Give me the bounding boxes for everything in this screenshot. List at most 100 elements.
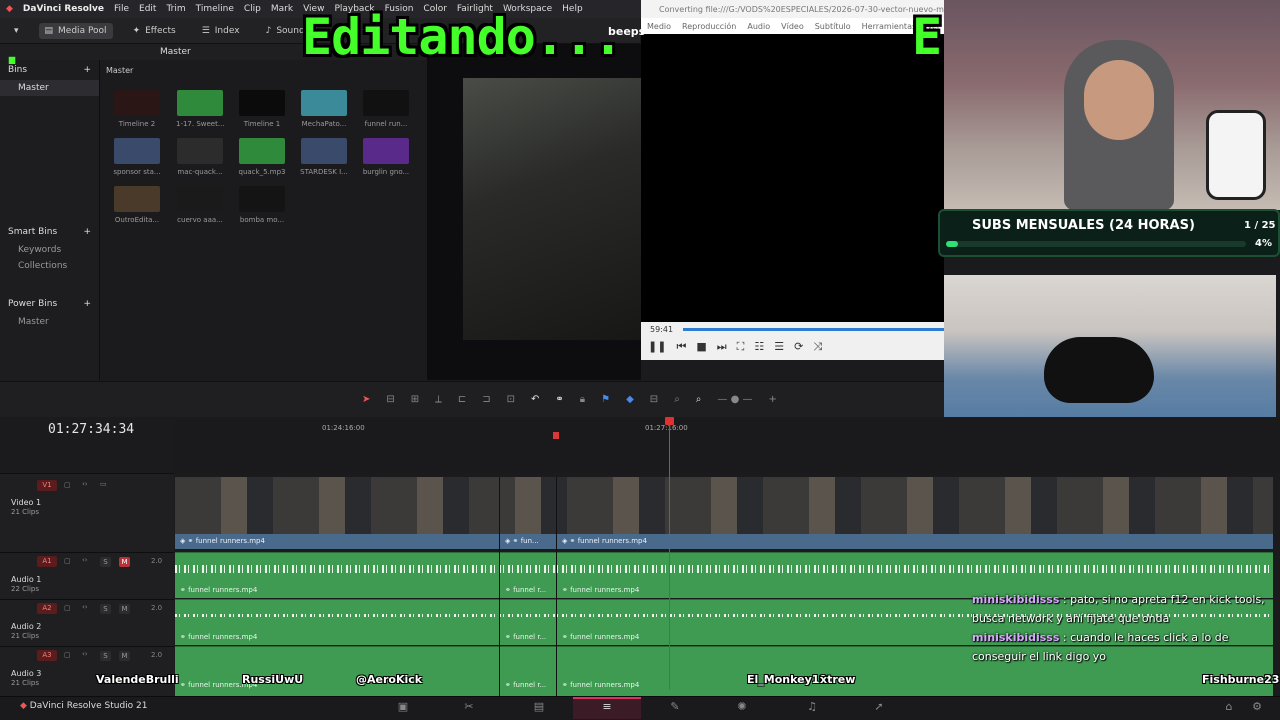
- track-badge[interactable]: V1: [37, 480, 57, 491]
- bin-master[interactable]: Master: [0, 80, 99, 96]
- vlc-seekbar[interactable]: [683, 328, 944, 331]
- smart-bin-collections[interactable]: Collections: [0, 258, 99, 274]
- mute-button[interactable]: M: [119, 557, 130, 567]
- menu-file[interactable]: File: [114, 4, 129, 14]
- lock-icon[interactable]: ▢: [64, 651, 71, 659]
- solo-button[interactable]: S: [100, 651, 111, 661]
- previous-icon[interactable]: ⏮: [676, 340, 686, 354]
- vlc-menu-video[interactable]: Vídeo: [781, 22, 804, 31]
- zoom-slider[interactable]: — ● —: [717, 394, 752, 405]
- edit-point[interactable]: [499, 477, 500, 696]
- clip-item[interactable]: burglin gno...: [362, 138, 410, 176]
- lock-icon[interactable]: ▢: [64, 604, 71, 612]
- video-track-clips[interactable]: [175, 477, 1273, 534]
- zoom-in-icon[interactable]: +: [769, 394, 777, 405]
- menu-timeline[interactable]: Timeline: [196, 4, 234, 14]
- clip-item[interactable]: MechaPato...: [300, 90, 348, 128]
- trim-tool-icon[interactable]: ⊟: [386, 394, 394, 405]
- page-sync-icon[interactable]: ▤: [532, 700, 546, 714]
- solo-button[interactable]: S: [100, 557, 111, 567]
- add-bin-icon[interactable]: +: [83, 65, 91, 75]
- add-smart-bin-icon[interactable]: +: [83, 227, 91, 237]
- video-disable-icon[interactable]: ▭: [100, 480, 107, 488]
- loop-icon[interactable]: ⟳: [794, 340, 803, 354]
- solo-button[interactable]: S: [100, 604, 111, 614]
- effects-button[interactable]: ✦ Effects: [127, 23, 182, 39]
- lock-icon[interactable]: 🔒︎: [580, 394, 585, 405]
- clip-item[interactable]: Timeline 1: [238, 90, 286, 128]
- breadcrumb[interactable]: Master: [160, 47, 191, 57]
- replace-clip-icon[interactable]: ⊡: [507, 394, 515, 405]
- media-pool-button[interactable]: ▤ Media Pool: [38, 22, 113, 39]
- menu-mark[interactable]: Mark: [271, 4, 293, 14]
- timeline-marker[interactable]: [553, 432, 559, 439]
- lock-icon[interactable]: ▢: [64, 481, 71, 489]
- clip-item[interactable]: cuervo aaa...: [176, 186, 224, 224]
- mute-button[interactable]: M: [119, 651, 130, 661]
- add-power-bin-icon[interactable]: +: [83, 299, 91, 309]
- auto-select-icon[interactable]: ‹›: [82, 650, 88, 658]
- menu-clip[interactable]: Clip: [244, 4, 261, 14]
- lock-icon[interactable]: ▢: [64, 557, 71, 565]
- clip-name: sponsor sta...: [113, 168, 161, 176]
- clip-item[interactable]: OutroEdita...: [113, 186, 161, 224]
- stop-icon[interactable]: ■: [696, 340, 706, 354]
- clip-item[interactable]: quack_5.mp3: [238, 138, 286, 176]
- edit-point[interactable]: [556, 477, 557, 696]
- playhead-handle[interactable]: [665, 417, 674, 425]
- clip-item[interactable]: funnel run...: [362, 90, 410, 128]
- vlc-menu-tools[interactable]: Herramientas: [862, 22, 917, 31]
- selection-tool-icon[interactable]: ➤: [362, 394, 370, 405]
- playhead[interactable]: [669, 418, 670, 690]
- home-icon[interactable]: ⌂: [1222, 700, 1236, 714]
- track-badge[interactable]: A2: [37, 603, 57, 614]
- vlc-menu-playback[interactable]: Reproducción: [682, 22, 736, 31]
- page-fusion-icon[interactable]: ✎: [668, 700, 682, 714]
- settings-gear-icon[interactable]: ⚙: [1250, 700, 1264, 714]
- marker-icon[interactable]: ◆: [626, 394, 634, 405]
- equalizer-icon[interactable]: ☷: [754, 340, 764, 354]
- page-media-icon[interactable]: ▣: [396, 700, 410, 714]
- dynamic-trim-icon[interactable]: ⊞: [411, 394, 419, 405]
- video-clip-label-bar[interactable]: [175, 534, 1273, 549]
- zoom-custom-icon[interactable]: ⌕: [696, 394, 702, 405]
- clip-item[interactable]: bomba mo...: [238, 186, 286, 224]
- clip-item[interactable]: 1-17. Sweet...: [176, 90, 224, 128]
- page-edit-icon[interactable]: ≡: [600, 700, 614, 714]
- auto-select-icon[interactable]: ‹›: [82, 556, 88, 564]
- auto-select-icon[interactable]: ‹›: [82, 603, 88, 611]
- clip-item[interactable]: mac-quack...: [176, 138, 224, 176]
- vlc-menu-subtitle[interactable]: Subtítulo: [815, 22, 851, 31]
- auto-select-icon[interactable]: ‹›: [82, 480, 88, 488]
- linked-selection-icon[interactable]: ⚭: [555, 394, 563, 405]
- flag-icon[interactable]: ⚑: [601, 394, 610, 405]
- clip-item[interactable]: sponsor sta...: [113, 138, 161, 176]
- vlc-menu-media[interactable]: Medio: [647, 22, 671, 31]
- page-deliver-icon[interactable]: ➚: [872, 700, 886, 714]
- mute-button[interactable]: M: [119, 604, 130, 614]
- snapping-icon[interactable]: ↶: [531, 394, 539, 405]
- page-fairlight-icon[interactable]: ♫: [805, 700, 819, 714]
- page-cut-icon[interactable]: ✂: [462, 700, 476, 714]
- index-button[interactable]: ☰ Index: [196, 23, 246, 39]
- power-bin-master[interactable]: Master: [0, 314, 99, 330]
- zoom-detail-icon[interactable]: ⌕: [674, 394, 680, 405]
- playlist-icon[interactable]: ☰: [774, 340, 784, 354]
- next-icon[interactable]: ⏭: [717, 340, 727, 354]
- shuffle-icon[interactable]: ⤨: [813, 340, 822, 354]
- clip-item[interactable]: Timeline 2: [113, 90, 161, 128]
- clip-item[interactable]: STARDESK I...: [300, 138, 348, 176]
- pause-icon[interactable]: ❚❚: [648, 340, 666, 354]
- track-badge[interactable]: A1: [37, 556, 57, 567]
- menu-trim[interactable]: Trim: [166, 4, 185, 14]
- page-color-icon[interactable]: ✺: [735, 700, 749, 714]
- vlc-menu-audio[interactable]: Audio: [747, 22, 770, 31]
- menu-edit[interactable]: Edit: [139, 4, 156, 14]
- overwrite-clip-icon[interactable]: ⊐: [482, 394, 490, 405]
- blade-tool-icon[interactable]: ⟂: [435, 394, 442, 405]
- track-badge[interactable]: A3: [37, 650, 57, 661]
- insert-clip-icon[interactable]: ⊏: [458, 394, 466, 405]
- zoom-full-icon[interactable]: ⊟: [650, 394, 658, 405]
- smart-bin-keywords[interactable]: Keywords: [0, 242, 99, 258]
- fullscreen-icon[interactable]: ⛶: [737, 340, 745, 354]
